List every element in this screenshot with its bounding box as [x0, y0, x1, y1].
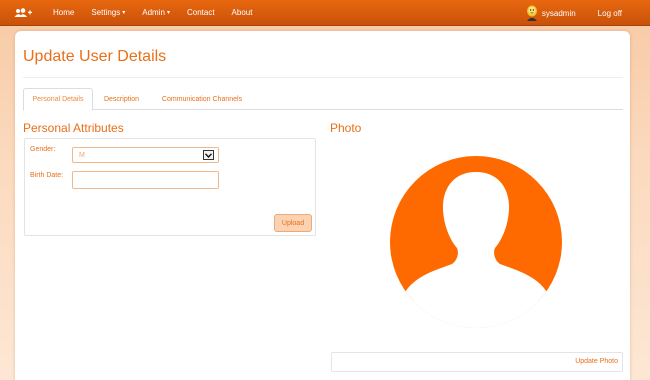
tab-personal-details[interactable]: Personal Details	[23, 88, 93, 111]
nav-admin-label: Admin	[142, 8, 165, 17]
birth-date-input[interactable]	[72, 171, 219, 189]
tab-bar: Personal Details Description Communicati…	[23, 88, 623, 111]
tab-personal-details-label: Personal Details	[32, 96, 84, 103]
gender-select[interactable]: M	[72, 147, 219, 163]
nav-settings[interactable]: Settings ▾	[91, 8, 125, 17]
nav-home[interactable]: Home	[53, 8, 74, 17]
user-avatar-icon	[526, 5, 537, 21]
main-panel: Update User Details Personal Details Des…	[15, 31, 630, 380]
tab-communication-channels-label: Communication Channels	[161, 95, 243, 103]
tab-communication-channels[interactable]: Communication Channels	[151, 88, 253, 110]
users-add-icon	[14, 7, 32, 17]
nav-home-label: Home	[53, 8, 75, 17]
caret-down-icon: ▾	[122, 10, 126, 16]
photo-footer: Update Photo	[331, 352, 623, 372]
photo-title: Photo	[330, 121, 362, 135]
caret-down-icon: ▾	[166, 10, 170, 16]
user-name: sysadmin	[541, 8, 576, 18]
update-photo-link[interactable]: Update Photo	[575, 358, 618, 365]
logout-link[interactable]: Log off	[598, 9, 622, 18]
nav-contact[interactable]: Contact	[187, 8, 215, 17]
nav-settings-label: Settings	[91, 8, 121, 17]
brand-link[interactable]	[6, 0, 40, 26]
tab-description-label: Description	[103, 95, 139, 103]
chevron-down-icon	[203, 150, 214, 160]
user-menu[interactable]: sysadmin	[525, 5, 576, 21]
upload-button[interactable]: Upload	[274, 214, 312, 232]
nav-right: sysadmin Log off	[525, 0, 650, 26]
title-divider	[23, 77, 623, 78]
nav-contact-label: Contact	[186, 8, 215, 17]
user-photo-placeholder-icon	[390, 156, 562, 328]
gender-select-value: M	[79, 151, 85, 159]
navbar: Home Settings ▾ Admin ▾ Contact About sy…	[0, 0, 650, 26]
personal-attributes-form: Gender: M Birth Date: Upload	[24, 138, 316, 236]
personal-attributes-title: Personal Attributes	[23, 121, 124, 135]
tab-description[interactable]: Description	[94, 88, 149, 110]
nav-admin[interactable]: Admin ▾	[142, 8, 170, 17]
gender-label: Gender:	[30, 146, 56, 153]
page-title: Update User Details	[23, 48, 167, 65]
birth-date-label: Birth Date:	[30, 172, 64, 179]
nav-about-label: About	[231, 8, 253, 17]
nav-about[interactable]: About	[232, 8, 253, 17]
